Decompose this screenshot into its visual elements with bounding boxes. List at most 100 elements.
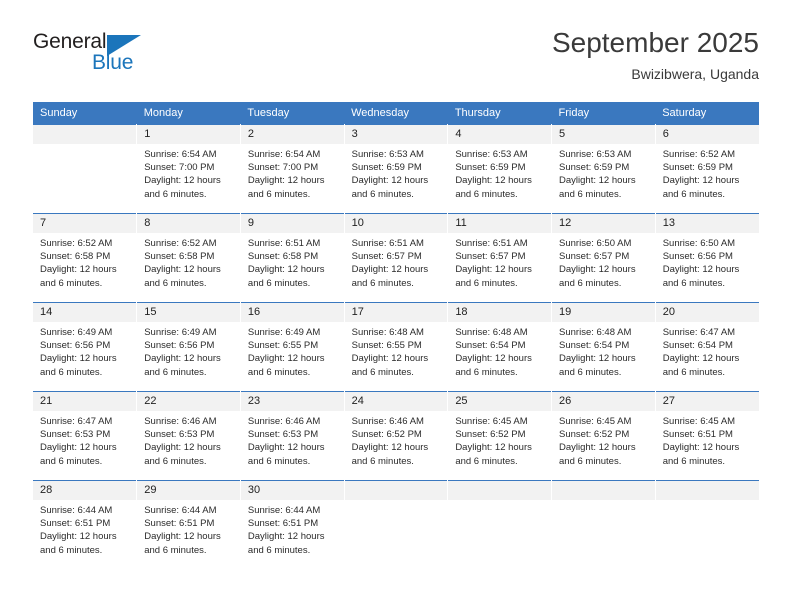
day-number: 20 — [655, 303, 759, 322]
day-cell[interactable]: 12 Sunrise: 6:50 AM Sunset: 6:57 PM Dayl… — [551, 213, 656, 303]
day-cell[interactable]: 26 Sunrise: 6:45 AM Sunset: 6:52 PM Dayl… — [551, 391, 656, 481]
day-number: 3 — [344, 125, 448, 144]
sunset-text: Sunset: 6:55 PM — [247, 340, 319, 352]
day-cell[interactable]: 18 Sunrise: 6:48 AM Sunset: 6:54 PM Dayl… — [447, 302, 553, 392]
day-cell[interactable]: 2 Sunrise: 6:54 AM Sunset: 7:00 PM Dayli… — [240, 124, 345, 214]
day-details: Sunrise: 6:44 AM Sunset: 6:51 PM Dayligh… — [241, 500, 344, 557]
daylight-text-line1: Daylight: 12 hours — [247, 264, 325, 276]
day-details: Sunrise: 6:46 AM Sunset: 6:53 PM Dayligh… — [137, 411, 240, 468]
day-cell[interactable]: 22 Sunrise: 6:46 AM Sunset: 6:53 PM Dayl… — [136, 391, 241, 481]
day-cell[interactable]: 3 Sunrise: 6:53 AM Sunset: 6:59 PM Dayli… — [344, 124, 449, 214]
day-details: Sunrise: 6:51 AM Sunset: 6:57 PM Dayligh… — [345, 233, 448, 290]
sunset-text: Sunset: 7:00 PM — [247, 162, 319, 174]
daylight-text-line1: Daylight: 12 hours — [455, 175, 532, 187]
day-number: 13 — [655, 214, 759, 233]
daylight-text-line1: Daylight: 12 hours — [662, 264, 740, 276]
calendar-page: General Blue September 2025 Bwizibwera, … — [0, 0, 792, 612]
day-cell[interactable]: 13 Sunrise: 6:50 AM Sunset: 6:56 PM Dayl… — [655, 213, 759, 303]
day-cell[interactable] — [551, 480, 656, 570]
daylight-text-line2: and 6 minutes. — [455, 188, 518, 200]
day-number — [344, 481, 448, 500]
sunset-text: Sunset: 6:53 PM — [40, 429, 111, 441]
daylight-text-line1: Daylight: 12 hours — [662, 442, 740, 454]
day-cell[interactable]: 1 Sunrise: 6:54 AM Sunset: 7:00 PM Dayli… — [136, 124, 241, 214]
daylight-text-line1: Daylight: 12 hours — [144, 264, 221, 276]
sunset-text: Sunset: 6:51 PM — [144, 518, 215, 530]
sunrise-text: Sunrise: 6:50 AM — [559, 238, 632, 249]
daylight-text-line1: Daylight: 12 hours — [144, 531, 221, 543]
day-cell[interactable]: 4 Sunrise: 6:53 AM Sunset: 6:59 PM Dayli… — [447, 124, 553, 214]
day-cell[interactable]: 24 Sunrise: 6:46 AM Sunset: 6:52 PM Dayl… — [344, 391, 449, 481]
sunrise-text: Sunrise: 6:51 AM — [455, 238, 528, 249]
day-cell[interactable]: 16 Sunrise: 6:49 AM Sunset: 6:55 PM Dayl… — [240, 302, 345, 392]
day-cell[interactable]: 9 Sunrise: 6:51 AM Sunset: 6:58 PM Dayli… — [240, 213, 345, 303]
day-cell[interactable]: 29 Sunrise: 6:44 AM Sunset: 6:51 PM Dayl… — [136, 480, 241, 570]
day-cell[interactable]: 27 Sunrise: 6:45 AM Sunset: 6:51 PM Dayl… — [655, 391, 759, 481]
daylight-text-line1: Daylight: 12 hours — [351, 353, 429, 365]
day-cell[interactable]: 28 Sunrise: 6:44 AM Sunset: 6:51 PM Dayl… — [33, 480, 138, 570]
sunset-text: Sunset: 6:58 PM — [40, 251, 111, 263]
day-cell[interactable]: 25 Sunrise: 6:45 AM Sunset: 6:52 PM Dayl… — [447, 391, 553, 481]
day-number — [655, 481, 759, 500]
day-details: Sunrise: 6:46 AM Sunset: 6:53 PM Dayligh… — [241, 411, 344, 468]
day-details: Sunrise: 6:54 AM Sunset: 7:00 PM Dayligh… — [137, 144, 240, 201]
day-cell[interactable]: 20 Sunrise: 6:47 AM Sunset: 6:54 PM Dayl… — [655, 302, 759, 392]
day-cell[interactable] — [447, 480, 553, 570]
sunrise-text: Sunrise: 6:54 AM — [144, 149, 217, 160]
sunrise-text: Sunrise: 6:49 AM — [144, 327, 217, 338]
generalblue-logo[interactable]: General Blue — [33, 28, 174, 80]
day-cell[interactable]: 15 Sunrise: 6:49 AM Sunset: 6:56 PM Dayl… — [136, 302, 241, 392]
sunrise-text: Sunrise: 6:53 AM — [351, 149, 424, 160]
day-details: Sunrise: 6:52 AM Sunset: 6:58 PM Dayligh… — [33, 233, 136, 290]
sunset-text: Sunset: 6:58 PM — [247, 251, 319, 263]
daylight-text-line1: Daylight: 12 hours — [559, 175, 636, 187]
calendar-table: Sunday Monday Tuesday Wednesday Thursday… — [33, 102, 759, 570]
day-cell[interactable]: 23 Sunrise: 6:46 AM Sunset: 6:53 PM Dayl… — [240, 391, 345, 481]
weekday-header-sunday: Sunday — [33, 102, 137, 125]
weekday-header-wednesday: Wednesday — [344, 102, 448, 125]
daylight-text-line2: and 6 minutes. — [455, 277, 518, 289]
day-cell[interactable]: 11 Sunrise: 6:51 AM Sunset: 6:57 PM Dayl… — [447, 213, 553, 303]
sunrise-text: Sunrise: 6:51 AM — [351, 238, 424, 249]
page-title: September 2025 — [551, 27, 759, 58]
day-number: 2 — [240, 125, 344, 144]
sunrise-text: Sunrise: 6:49 AM — [247, 327, 321, 338]
day-cell[interactable]: 30 Sunrise: 6:44 AM Sunset: 6:51 PM Dayl… — [240, 480, 345, 570]
day-cell[interactable]: 17 Sunrise: 6:48 AM Sunset: 6:55 PM Dayl… — [344, 302, 449, 392]
day-cell[interactable] — [344, 480, 449, 570]
sunrise-text: Sunrise: 6:46 AM — [247, 416, 321, 427]
day-cell[interactable]: 8 Sunrise: 6:52 AM Sunset: 6:58 PM Dayli… — [136, 213, 241, 303]
day-cell[interactable]: 19 Sunrise: 6:48 AM Sunset: 6:54 PM Dayl… — [551, 302, 656, 392]
daylight-text-line1: Daylight: 12 hours — [455, 264, 532, 276]
day-details: Sunrise: 6:45 AM Sunset: 6:52 PM Dayligh… — [448, 411, 551, 468]
day-cell[interactable]: 10 Sunrise: 6:51 AM Sunset: 6:57 PM Dayl… — [344, 213, 449, 303]
daylight-text-line1: Daylight: 12 hours — [247, 531, 325, 543]
day-cell[interactable]: 7 Sunrise: 6:52 AM Sunset: 6:58 PM Dayli… — [33, 213, 138, 303]
day-cell[interactable]: 6 Sunrise: 6:52 AM Sunset: 6:59 PM Dayli… — [655, 124, 759, 214]
sunrise-text: Sunrise: 6:51 AM — [247, 238, 321, 249]
weekday-header-saturday: Saturday — [655, 102, 759, 125]
day-number: 24 — [344, 392, 448, 411]
daylight-text-line2: and 6 minutes. — [247, 277, 311, 289]
day-details: Sunrise: 6:46 AM Sunset: 6:52 PM Dayligh… — [345, 411, 448, 468]
day-details: Sunrise: 6:53 AM Sunset: 6:59 PM Dayligh… — [448, 144, 551, 201]
daylight-text-line2: and 6 minutes. — [559, 188, 622, 200]
day-cell[interactable]: 21 Sunrise: 6:47 AM Sunset: 6:53 PM Dayl… — [33, 391, 138, 481]
daylight-text-line2: and 6 minutes. — [351, 277, 414, 289]
daylight-text-line2: and 6 minutes. — [144, 277, 207, 289]
day-cell[interactable] — [33, 124, 138, 214]
sunrise-text: Sunrise: 6:44 AM — [247, 505, 321, 516]
daylight-text-line1: Daylight: 12 hours — [351, 264, 429, 276]
calendar-week-row: 1 Sunrise: 6:54 AM Sunset: 7:00 PM Dayli… — [33, 124, 759, 214]
day-number: 10 — [344, 214, 448, 233]
day-cell[interactable]: 14 Sunrise: 6:49 AM Sunset: 6:56 PM Dayl… — [33, 302, 138, 392]
day-details: Sunrise: 6:50 AM Sunset: 6:56 PM Dayligh… — [656, 233, 759, 290]
daylight-text-line2: and 6 minutes. — [559, 455, 622, 467]
sunset-text: Sunset: 6:54 PM — [559, 340, 630, 352]
day-cell[interactable]: 5 Sunrise: 6:53 AM Sunset: 6:59 PM Dayli… — [551, 124, 656, 214]
day-cell[interactable] — [655, 480, 759, 570]
sunset-text: Sunset: 6:51 PM — [40, 518, 111, 530]
day-details: Sunrise: 6:49 AM Sunset: 6:55 PM Dayligh… — [241, 322, 344, 379]
sunrise-text: Sunrise: 6:44 AM — [144, 505, 217, 516]
day-details: Sunrise: 6:48 AM Sunset: 6:55 PM Dayligh… — [345, 322, 448, 379]
